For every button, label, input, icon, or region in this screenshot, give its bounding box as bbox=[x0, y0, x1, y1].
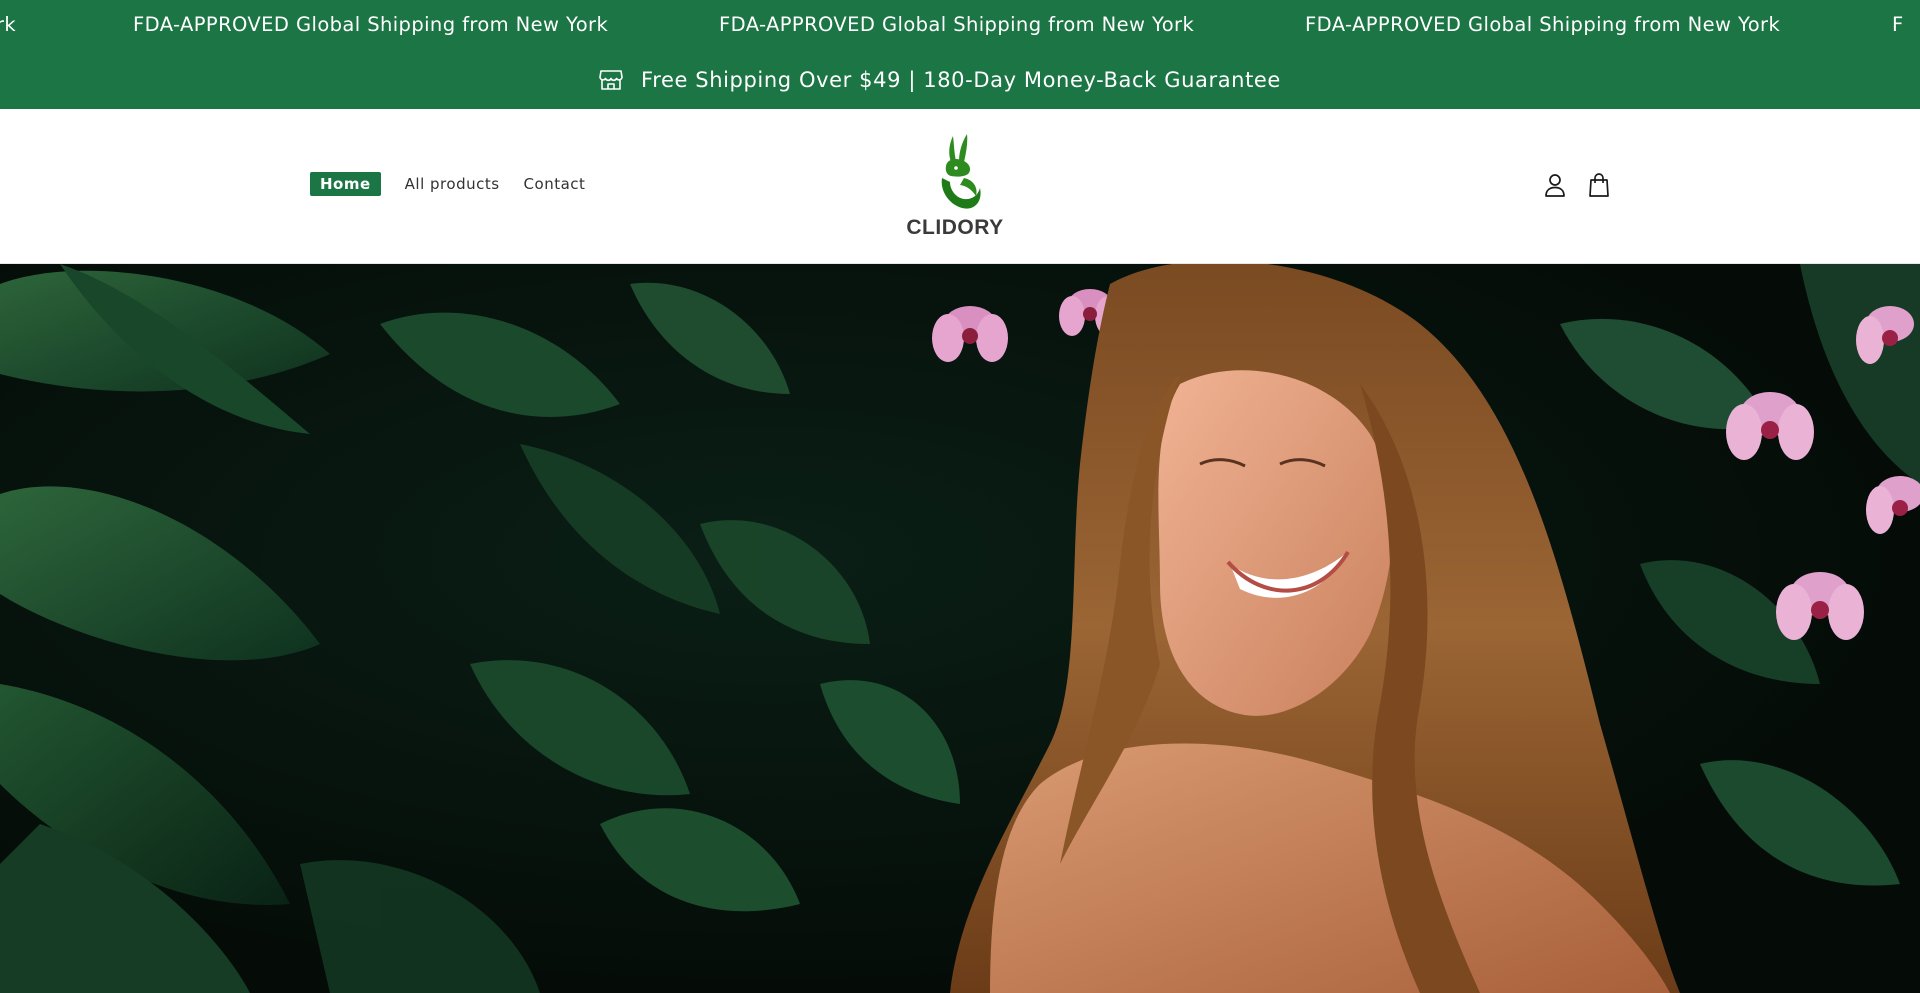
announcement-content: Free Shipping Over $49 | 180-Day Money-B… bbox=[599, 68, 1281, 92]
marquee-item: Global Shipping from New York bbox=[296, 13, 609, 36]
marquee-item: FDA-APPROVED bbox=[719, 13, 876, 36]
marquee-item: rk bbox=[0, 13, 17, 36]
marquee-item: Global Shipping from New York bbox=[882, 13, 1195, 36]
hero-banner bbox=[0, 264, 1920, 993]
announcement-text: Free Shipping Over $49 | 180-Day Money-B… bbox=[641, 67, 1281, 92]
marquee-item: FDA-APPROVED bbox=[1305, 13, 1462, 36]
store-icon bbox=[599, 69, 623, 91]
main-nav: Home All products Contact bbox=[310, 172, 609, 196]
brand-name: CLIDORY bbox=[906, 216, 1004, 239]
nav-item-home[interactable]: Home bbox=[310, 172, 381, 196]
marquee-bar: rk FDA-APPROVED Global Shipping from New… bbox=[0, 0, 1920, 50]
cart-bag-icon[interactable] bbox=[1587, 172, 1611, 198]
marquee-item: Global Shipping from New York bbox=[1468, 13, 1781, 36]
hero-image bbox=[0, 264, 1920, 993]
site-header: Home All products Contact CLIDORY bbox=[0, 109, 1920, 264]
marquee-item: FDA-APPROVED bbox=[133, 13, 290, 36]
rabbit-leaf-icon bbox=[941, 134, 981, 209]
announcement-bar: Free Shipping Over $49 | 180-Day Money-B… bbox=[0, 50, 1920, 109]
nav-item-all-products[interactable]: All products bbox=[405, 173, 500, 195]
account-icon[interactable] bbox=[1543, 172, 1567, 198]
header-actions bbox=[1543, 172, 1611, 198]
nav-item-contact[interactable]: Contact bbox=[524, 173, 586, 195]
brand-logo[interactable]: CLIDORY bbox=[900, 132, 1010, 250]
marquee-item-partial: F bbox=[1892, 13, 1904, 36]
